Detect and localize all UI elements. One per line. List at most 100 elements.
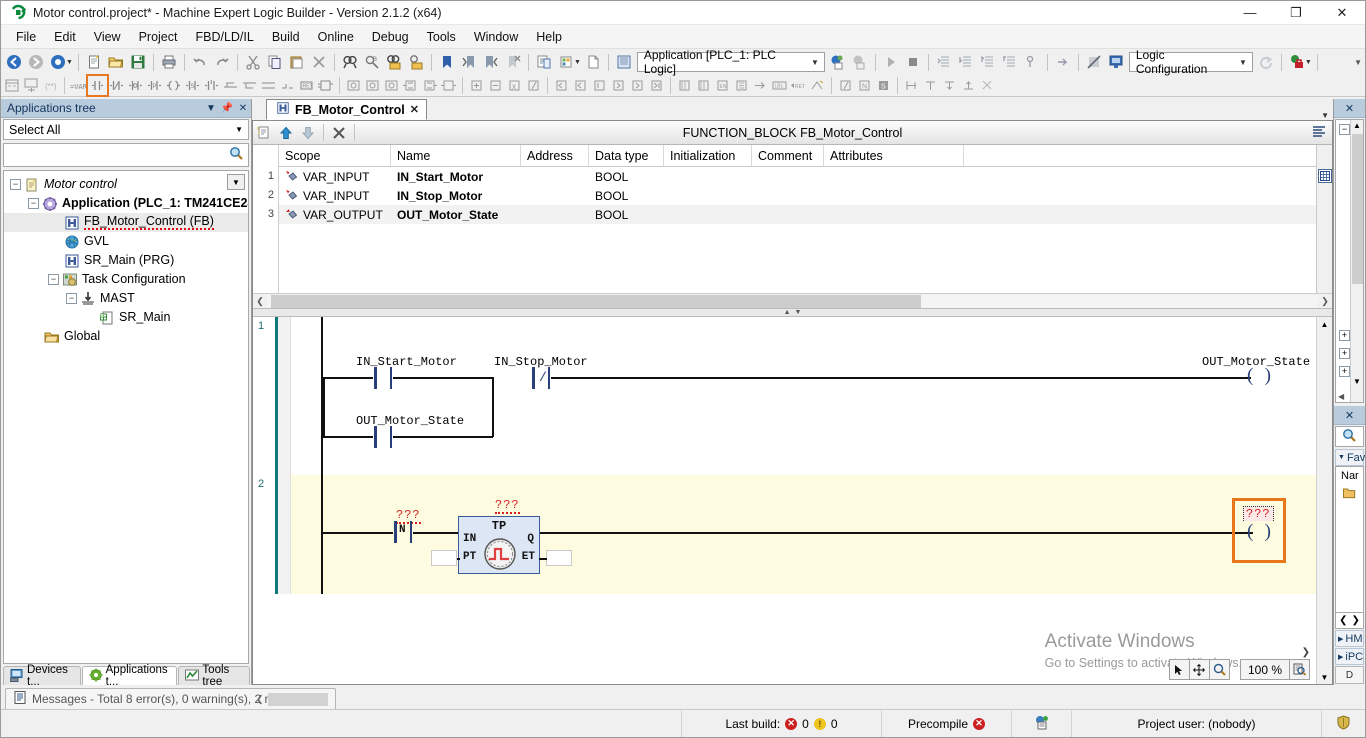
applications-tree[interactable]: ▼ − Motor control − Applic bbox=[3, 170, 249, 664]
table-row[interactable]: VAR_INPUT IN_Stop_Motor BOOL bbox=[279, 186, 1316, 205]
menu-window[interactable]: Window bbox=[465, 27, 527, 47]
section-favorites[interactable]: ▼ Fav bbox=[1335, 449, 1364, 466]
menu-build[interactable]: Build bbox=[263, 27, 309, 47]
step-into-icon[interactable] bbox=[955, 51, 977, 73]
chevron-down-icon[interactable]: ▼ bbox=[811, 58, 819, 67]
favorites-nav[interactable]: ❮ ❯ bbox=[1335, 613, 1364, 629]
pointer-tool-button[interactable] bbox=[1169, 659, 1190, 680]
device-tab-vertical[interactable]: D bbox=[1335, 666, 1364, 684]
copy-icon[interactable] bbox=[264, 51, 286, 73]
start-icon[interactable] bbox=[880, 51, 902, 73]
insert-return-2-icon[interactable]: RET bbox=[789, 76, 808, 95]
coil-unassigned[interactable]: () bbox=[1246, 522, 1272, 544]
login-icon[interactable] bbox=[827, 51, 849, 73]
list-item[interactable] bbox=[1336, 482, 1363, 502]
coil-out-motor-state[interactable]: () bbox=[1246, 366, 1272, 388]
menu-view[interactable]: View bbox=[85, 27, 130, 47]
insert-box-icon-1[interactable] bbox=[344, 76, 363, 95]
zoom-tool-button[interactable] bbox=[1209, 659, 1230, 680]
scroll-left-icon[interactable]: ◀ bbox=[1338, 392, 1344, 401]
negate-pin-icon[interactable]: x bbox=[505, 76, 524, 95]
right-panel-close-icon-2[interactable]: ✕ bbox=[1345, 409, 1354, 422]
panel-close-icon[interactable]: ✕ bbox=[235, 103, 251, 114]
security-icon[interactable] bbox=[1286, 51, 1308, 73]
chevron-down-icon[interactable]: ▼ bbox=[235, 125, 243, 134]
tree-item-gvl[interactable]: GVL bbox=[4, 232, 248, 251]
auto-declare-icon[interactable] bbox=[253, 122, 275, 144]
paste-icon[interactable] bbox=[286, 51, 308, 73]
tab-list-dropdown-icon[interactable]: ▼ bbox=[1321, 111, 1329, 120]
move-prev-icon[interactable] bbox=[571, 76, 590, 95]
favorites-list[interactable]: Nar bbox=[1335, 466, 1364, 613]
nav-prev-icon[interactable]: ❮ bbox=[1339, 615, 1347, 626]
scroll-down-icon[interactable]: ▼ bbox=[1318, 670, 1332, 684]
navigate-menu-icon[interactable] bbox=[47, 51, 69, 73]
insert-coil-icon[interactable] bbox=[164, 76, 183, 95]
edit-parameters-icon[interactable] bbox=[524, 76, 543, 95]
tab-devices-tree[interactable]: Devices t... bbox=[3, 666, 81, 685]
column-scope[interactable]: Scope bbox=[279, 145, 391, 166]
move-up-icon[interactable] bbox=[275, 122, 297, 144]
menu-online[interactable]: Online bbox=[309, 27, 363, 47]
tree-item-sr-main-call[interactable]: SR_Main bbox=[4, 308, 248, 327]
insert-contact-parallel-icon[interactable] bbox=[126, 76, 145, 95]
menu-project[interactable]: Project bbox=[130, 27, 187, 47]
nav-next-icon[interactable]: ❯ bbox=[1352, 615, 1360, 626]
contact-out-motor-state[interactable] bbox=[373, 426, 393, 448]
branch-end-icon[interactable] bbox=[694, 76, 713, 95]
chevron-down-icon[interactable]: ▼ bbox=[1239, 58, 1247, 67]
zoom-options-button[interactable] bbox=[1289, 659, 1310, 680]
right-vscrollbar[interactable]: ▲ ▼ bbox=[1350, 120, 1363, 402]
tree-item-application[interactable]: − Application (PLC_1: TM241CE24R bbox=[4, 194, 248, 213]
expander-icon[interactable]: − bbox=[66, 293, 77, 304]
find-replace-icon[interactable]: B bbox=[361, 51, 383, 73]
insert-block-icon[interactable] bbox=[316, 76, 335, 95]
scroll-up-icon[interactable]: ▲ bbox=[1318, 317, 1332, 331]
declaration-hscrollbar[interactable]: ❮ ❯ bbox=[253, 293, 1332, 308]
expander-icon[interactable]: + bbox=[1339, 330, 1350, 341]
scroll-down-icon[interactable]: ▼ bbox=[1353, 377, 1361, 386]
expander-icon[interactable]: − bbox=[28, 198, 39, 209]
set-coil-toggle-icon[interactable]: S bbox=[874, 76, 893, 95]
delete-icon[interactable] bbox=[308, 51, 330, 73]
single-cycle-icon[interactable] bbox=[1052, 51, 1074, 73]
tab-applications-tree[interactable]: Applications t... bbox=[82, 666, 178, 685]
new-file-icon[interactable] bbox=[83, 51, 105, 73]
refresh-icon[interactable] bbox=[1255, 51, 1277, 73]
zoom-expand-icon[interactable]: ❯ bbox=[1302, 647, 1310, 658]
contact-in-stop-motor[interactable]: / bbox=[531, 367, 551, 389]
insert-box-icon-3[interactable] bbox=[382, 76, 401, 95]
scroll-thumb[interactable] bbox=[1352, 134, 1363, 284]
print-icon[interactable] bbox=[158, 51, 180, 73]
expander-icon[interactable]: − bbox=[1339, 124, 1350, 135]
menu-debug[interactable]: Debug bbox=[363, 27, 418, 47]
scroll-left-icon[interactable]: ❮ bbox=[253, 296, 267, 307]
table-view-icon[interactable] bbox=[1318, 169, 1332, 183]
bookmark-next-icon[interactable] bbox=[458, 51, 480, 73]
set-next-statement-icon[interactable] bbox=[1021, 51, 1043, 73]
menu-tools[interactable]: Tools bbox=[418, 27, 465, 47]
contact-negated-edge[interactable]: N bbox=[393, 521, 413, 543]
undo-icon[interactable] bbox=[189, 51, 211, 73]
editor-tab-fb-motor-control[interactable]: FB_Motor_Control ✕ bbox=[266, 99, 427, 120]
insert-inout-icon[interactable] bbox=[439, 76, 458, 95]
redo-icon[interactable] bbox=[211, 51, 233, 73]
find-icon[interactable] bbox=[339, 51, 361, 73]
delete-row-icon[interactable] bbox=[328, 122, 350, 144]
move-down-icon[interactable] bbox=[297, 122, 319, 144]
application-combo[interactable]: Application [PLC_1: PLC Logic] ▼ bbox=[637, 52, 825, 72]
move-first-icon[interactable] bbox=[552, 76, 571, 95]
editor-splitter[interactable]: ▲ ▼ bbox=[253, 308, 1332, 317]
tree-search-box[interactable] bbox=[3, 143, 249, 167]
merge-branch-icon[interactable] bbox=[921, 76, 940, 95]
move-last-icon[interactable] bbox=[628, 76, 647, 95]
insert-label-icon[interactable]: LBL bbox=[770, 76, 789, 95]
move-current-icon[interactable] bbox=[590, 76, 609, 95]
remove-pin-icon[interactable] bbox=[486, 76, 505, 95]
negate-toggle-icon[interactable]: N bbox=[855, 76, 874, 95]
contact-in-start-motor[interactable] bbox=[373, 367, 393, 389]
ladder-editor[interactable]: 1 IN_Start_Motor bbox=[253, 317, 1332, 684]
insert-set-coil-icon[interactable]: S bbox=[183, 76, 202, 95]
insert-return-icon[interactable]: RET bbox=[297, 76, 316, 95]
column-address[interactable]: Address bbox=[521, 145, 589, 166]
